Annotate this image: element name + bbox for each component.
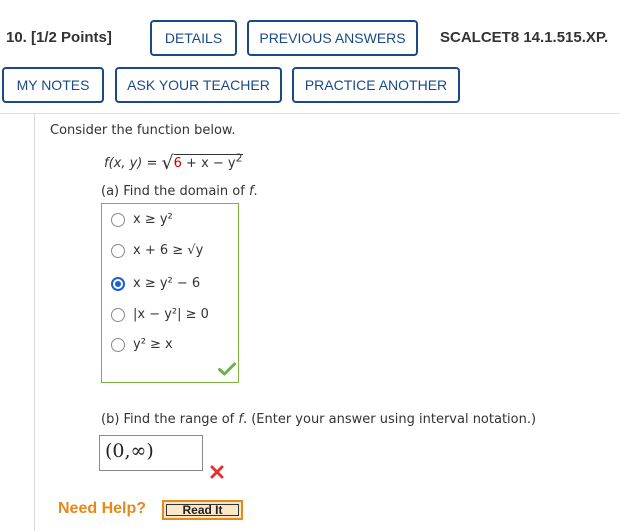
range-answer-input[interactable]: (0,∞)	[99, 435, 203, 471]
content-left-rule	[34, 113, 35, 531]
question-number: 10.	[6, 29, 27, 46]
details-button[interactable]: DETAILS	[150, 20, 237, 56]
part-b-prompt: (b) Find the range of f. (Enter your ans…	[101, 412, 536, 427]
read-it-button[interactable]: Read It	[162, 500, 243, 520]
radio-button[interactable]	[111, 307, 125, 322]
function-definition: f(x, y) = √6 + x − y2	[104, 150, 243, 174]
question-header: 10. [1/2 Points]	[6, 29, 112, 46]
choice-option-2[interactable]: x + 6 ≥ √y	[111, 243, 203, 258]
part-a-prompt-prefix: (a) Find the domain of	[101, 184, 249, 199]
my-notes-button[interactable]: MY NOTES	[2, 67, 104, 103]
function-radicand: 6 + x − y2	[173, 151, 243, 171]
sqrt-symbol: √	[161, 152, 174, 174]
choice-label: x + 6 ≥ √y	[133, 243, 204, 258]
choice-option-1[interactable]: x ≥ y²	[111, 212, 173, 227]
function-lhs: f(x, y) =	[104, 156, 162, 171]
function-exponent: 2	[235, 151, 243, 165]
part-b-prompt-suffix: . (Enter your answer using interval nota…	[242, 412, 537, 427]
part-a-prompt-suffix: .	[253, 184, 258, 199]
check-mark-icon	[218, 362, 236, 376]
choice-option-4[interactable]: |x − y²| ≥ 0	[111, 307, 209, 322]
choice-label: x ≥ y² − 6	[133, 276, 201, 291]
x-mark-icon	[210, 465, 224, 479]
choice-option-5[interactable]: y² ≥ x	[111, 337, 173, 352]
content-divider	[0, 113, 620, 114]
previous-answers-button[interactable]: PREVIOUS ANSWERS	[247, 20, 418, 56]
part-a-prompt: (a) Find the domain of f.	[101, 184, 258, 199]
choice-option-3[interactable]: x ≥ y² − 6	[111, 276, 200, 291]
question-points: [1/2 Points]	[31, 29, 112, 46]
ask-teacher-button[interactable]: ASK YOUR TEACHER	[115, 67, 282, 103]
choice-label: y² ≥ x	[133, 337, 173, 352]
assignment-code: SCALCET8 14.1.515.XP.	[440, 29, 609, 46]
radio-button-selected[interactable]	[111, 276, 125, 291]
radio-button[interactable]	[111, 212, 125, 227]
practice-another-button[interactable]: PRACTICE ANOTHER	[292, 67, 460, 103]
radio-button[interactable]	[111, 243, 125, 258]
radio-button[interactable]	[111, 337, 125, 352]
domain-choices: x ≥ y² x + 6 ≥ √y x ≥ y² − 6 |x − y²| ≥ …	[101, 203, 239, 383]
function-constant: 6	[173, 156, 182, 171]
choice-label: |x − y²| ≥ 0	[133, 307, 209, 322]
choice-label: x ≥ y²	[133, 212, 173, 227]
function-radicand-rest: + x − y	[181, 156, 236, 171]
part-b-prompt-prefix: (b) Find the range of	[101, 412, 239, 427]
need-help-label: Need Help?	[58, 500, 147, 517]
question-intro: Consider the function below.	[50, 123, 236, 138]
